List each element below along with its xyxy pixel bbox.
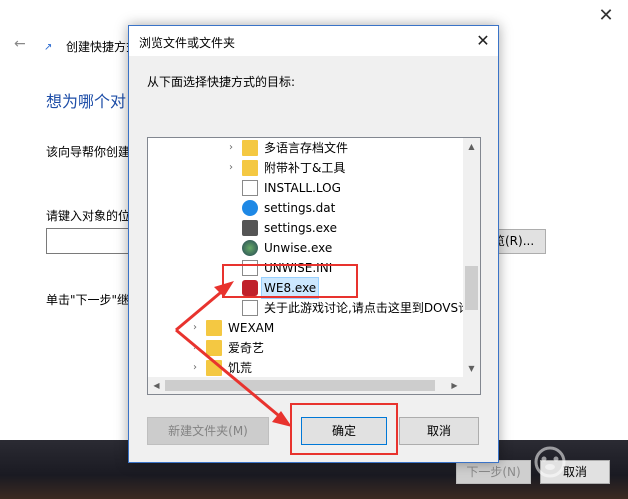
watermark-logo xyxy=(534,446,566,478)
browse-folder-dialog: 浏览文件或文件夹 ✕ 从下面选择快捷方式的目标: › 多语言存档文件 › 附带补丁&… xyxy=(128,25,499,463)
tree-item[interactable]: Unwise.exe xyxy=(224,238,334,258)
document-icon xyxy=(242,180,258,196)
dialog-cancel-button[interactable]: 取消 xyxy=(399,417,479,445)
scrollbar-corner xyxy=(463,377,480,394)
expand-icon[interactable]: › xyxy=(224,138,238,158)
scroll-down-icon[interactable]: ▼ xyxy=(463,360,480,377)
scroll-left-icon[interactable]: ◀ xyxy=(148,377,165,394)
folder-icon xyxy=(242,140,258,156)
horizontal-scroll-thumb[interactable] xyxy=(165,380,435,391)
tree-item-label: 关于此游戏讨论,请点击这里到DOVS论 xyxy=(264,301,471,315)
annotation-box-ok xyxy=(290,403,398,455)
tree-item-label: 饥荒 xyxy=(228,361,253,375)
tree-item-label: 多语言存档文件 xyxy=(264,141,349,155)
new-folder-button[interactable]: 新建文件夹(M) xyxy=(147,417,269,445)
folder-icon xyxy=(206,340,222,356)
tree-item-label: settings.dat xyxy=(264,201,336,215)
settings-app-icon xyxy=(242,220,258,236)
tree-item-label: settings.exe xyxy=(264,221,337,235)
expand-icon[interactable]: › xyxy=(224,158,238,178)
folder-icon xyxy=(242,160,258,176)
tree-item-label: 爱奇艺 xyxy=(228,341,265,355)
folder-icon xyxy=(206,320,222,336)
tree-item[interactable]: settings.exe xyxy=(224,218,339,238)
close-icon: ✕ xyxy=(598,5,614,26)
tree-item-label: 附带补丁&工具 xyxy=(264,161,346,175)
tree-item[interactable]: 关于此游戏讨论,请点击这里到DOVS论 xyxy=(224,298,472,318)
location-prompt: 请键入对象的位 xyxy=(46,209,131,223)
scroll-right-icon[interactable]: ▶ xyxy=(446,377,463,394)
back-arrow-icon[interactable]: ← xyxy=(14,36,30,52)
expand-icon[interactable]: › xyxy=(188,318,202,338)
tree-item[interactable]: › 爱奇艺 xyxy=(188,338,266,358)
tree-item[interactable]: › WEXAM xyxy=(188,318,276,338)
horizontal-scrollbar[interactable]: ◀ ▶ xyxy=(148,377,463,394)
vertical-scroll-thumb[interactable] xyxy=(465,266,478,310)
shortcut-icon xyxy=(242,300,258,316)
installer-icon xyxy=(242,240,258,256)
scroll-up-icon[interactable]: ▲ xyxy=(463,138,480,155)
expand-icon[interactable]: › xyxy=(188,338,202,358)
dialog-title: 浏览文件或文件夹 xyxy=(139,36,236,50)
expand-icon[interactable]: › xyxy=(188,358,202,378)
dialog-close-button[interactable]: ✕ xyxy=(469,28,497,54)
media-file-icon xyxy=(242,200,258,216)
tree-item[interactable]: INSTALL.LOG xyxy=(224,178,343,198)
shortcut-wizard-icon: ↗ xyxy=(44,42,53,53)
location-input[interactable] xyxy=(46,228,136,254)
dialog-titlebar: 浏览文件或文件夹 ✕ xyxy=(129,26,498,56)
tree-item-label: Unwise.exe xyxy=(264,241,333,255)
tree-item[interactable]: › 饥荒 xyxy=(188,358,254,378)
wizard-heading: 想为哪个对 xyxy=(46,92,127,111)
tree-item[interactable]: › 附带补丁&工具 xyxy=(224,158,347,178)
dialog-prompt: 从下面选择快捷方式的目标: xyxy=(147,75,296,89)
close-icon: ✕ xyxy=(476,31,490,50)
tree-item-label: INSTALL.LOG xyxy=(264,181,341,195)
wizard-description: 该向导帮你创建 xyxy=(46,145,131,159)
tree-item-label: WEXAM xyxy=(228,321,275,335)
tree-item[interactable]: › 多语言存档文件 xyxy=(224,138,350,158)
folder-icon xyxy=(206,360,222,376)
annotation-box-file xyxy=(222,264,358,298)
vertical-scrollbar[interactable]: ▲ ▼ xyxy=(463,138,480,377)
tree-item[interactable]: settings.dat xyxy=(224,198,337,218)
wizard-close-button[interactable]: ✕ xyxy=(586,2,626,30)
next-hint-text: 单击"下一步"继 xyxy=(46,293,130,307)
